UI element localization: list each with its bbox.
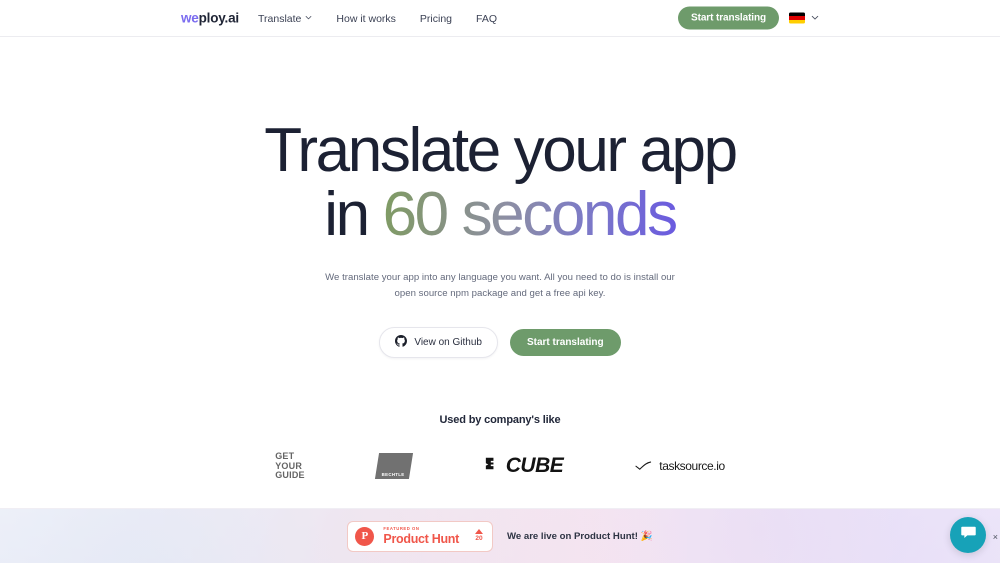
logo-tasksource: tasksource.io bbox=[635, 457, 725, 475]
logo-rest: ploy.ai bbox=[198, 10, 240, 26]
nav-label: Translate bbox=[258, 12, 302, 25]
chevron-down-icon bbox=[811, 14, 819, 21]
product-hunt-upvote[interactable]: 20 bbox=[468, 529, 483, 543]
hero-section: Translate your app in 60 seconds We tran… bbox=[0, 37, 1000, 359]
nav-item-pricing[interactable]: Pricing bbox=[420, 13, 452, 25]
hero-subtitle: We translate your app into any language … bbox=[325, 272, 675, 299]
social-proof-section: Used by company's like GET YOUR GUIDE BE… bbox=[0, 414, 1000, 481]
product-hunt-badge-text: FEATURED ON Product Hunt bbox=[383, 525, 459, 546]
chevron-down-icon bbox=[305, 14, 312, 21]
heading-prefix: in bbox=[324, 179, 383, 249]
landing-page: weploy.ai Translate How it works Pricing… bbox=[0, 0, 1000, 563]
cube-wordmark: CUBE bbox=[505, 454, 564, 478]
tasksource-swoosh-icon bbox=[635, 457, 652, 475]
logo-getyourguide: GET YOUR GUIDE bbox=[275, 451, 305, 481]
header-actions: Start translating bbox=[678, 6, 819, 30]
hero-cta-group: View on Github Start translating bbox=[0, 327, 1000, 359]
heading-gradient-text: 60 seconds bbox=[382, 179, 679, 249]
main-nav: Translate How it works Pricing FAQ bbox=[258, 0, 497, 37]
github-button-label: View on Github bbox=[414, 337, 482, 349]
tasksource-wordmark: tasksource.io bbox=[659, 459, 725, 474]
logo-accent: we bbox=[181, 10, 199, 26]
de-flag-icon bbox=[789, 12, 805, 24]
bechtle-wordmark: BECHTLE bbox=[380, 472, 404, 478]
page-title: Translate your app in 60 seconds bbox=[0, 120, 1000, 246]
heading-line-2: in 60 seconds bbox=[0, 183, 1000, 245]
customer-logo-row: GET YOUR GUIDE BECHTLE CUBE tasksource.i… bbox=[0, 451, 1000, 481]
upvote-arrow-icon bbox=[474, 529, 483, 535]
social-proof-title: Used by company's like bbox=[439, 414, 561, 426]
site-header: weploy.ai Translate How it works Pricing… bbox=[0, 0, 1000, 37]
chat-bubble-icon bbox=[960, 524, 977, 546]
hero-start-translating-button[interactable]: Start translating bbox=[509, 329, 621, 357]
upvote-count: 20 bbox=[475, 535, 483, 543]
github-icon bbox=[395, 335, 408, 350]
nav-label: FAQ bbox=[476, 12, 498, 25]
logo[interactable]: weploy.ai bbox=[181, 11, 239, 26]
chat-close-icon[interactable]: × bbox=[993, 532, 998, 542]
gyg-line-3: GUIDE bbox=[275, 470, 305, 481]
language-switcher[interactable] bbox=[789, 12, 819, 24]
logo-bechtle: BECHTLE bbox=[374, 453, 413, 480]
nav-item-how-it-works[interactable]: How it works bbox=[336, 13, 396, 25]
header-start-translating-button[interactable]: Start translating bbox=[678, 6, 779, 30]
nav-item-faq[interactable]: FAQ bbox=[476, 13, 497, 25]
badge-featured-label: FEATURED ON bbox=[383, 525, 420, 531]
product-hunt-badge[interactable]: P FEATURED ON Product Hunt 20 bbox=[347, 520, 493, 552]
product-hunt-banner: P FEATURED ON Product Hunt 20 We are liv… bbox=[0, 508, 1000, 563]
nav-label: Pricing bbox=[419, 12, 453, 25]
chat-widget-button[interactable] bbox=[950, 517, 986, 553]
logo-cube: CUBE bbox=[483, 454, 564, 478]
badge-product-hunt-label: Product Hunt bbox=[383, 531, 459, 546]
nav-item-translate[interactable]: Translate bbox=[258, 13, 312, 25]
view-on-github-button[interactable]: View on Github bbox=[379, 327, 498, 359]
product-hunt-icon: P bbox=[355, 526, 375, 546]
nav-label: How it works bbox=[336, 12, 396, 25]
cube-mark-icon bbox=[483, 454, 502, 478]
heading-line-1: Translate your app bbox=[264, 116, 738, 185]
banner-message: We are live on Product Hunt! 🎉 bbox=[506, 530, 653, 542]
